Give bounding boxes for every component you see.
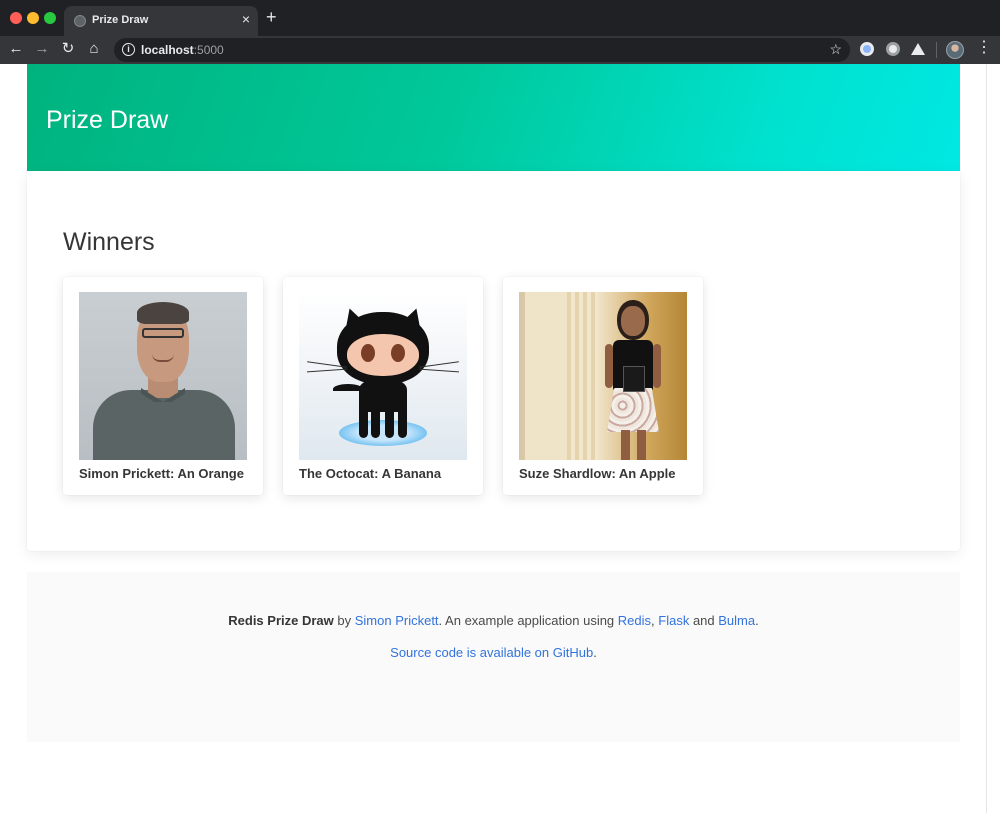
window-zoom-icon[interactable] [44, 12, 56, 24]
footer-text: by [333, 613, 355, 628]
forward-arrow-icon[interactable]: → [32, 39, 52, 59]
redis-link[interactable]: Redis [618, 613, 651, 628]
drive-extension-icon[interactable] [911, 43, 925, 55]
browser-tab[interactable]: Prize Draw × [64, 6, 258, 36]
footer-app-name: Redis Prize Draw [228, 613, 334, 628]
hero-banner: Prize Draw [27, 64, 960, 171]
browser-menu-icon[interactable]: ⋮ [976, 40, 992, 56]
winner-card[interactable]: Simon Prickett: An Orange [63, 277, 263, 495]
winner-caption: Suze Shardlow: An Apple [519, 466, 676, 481]
github-source-link[interactable]: Source code is available on GitHub [390, 645, 593, 660]
page-title: Prize Draw [46, 106, 169, 134]
tab-title: Prize Draw [92, 14, 149, 26]
footer-text: . An example application using [438, 613, 618, 628]
reload-icon[interactable]: ↻ [58, 39, 78, 59]
footer-source: Source code is available on GitHub. [27, 645, 960, 660]
tab-close-icon[interactable]: × [242, 11, 250, 27]
browser-toolbar: ← → ↻ ⌂ i localhost:5000 ☆ [0, 36, 1000, 64]
section-heading: Winners [63, 228, 155, 256]
profile-avatar[interactable] [946, 41, 964, 59]
winner-card[interactable]: Suze Shardlow: An Apple [503, 277, 703, 495]
author-link[interactable]: Simon Prickett [355, 613, 439, 628]
scrollbar-track[interactable] [986, 64, 1000, 813]
url-host: localhost [141, 43, 194, 57]
back-arrow-icon[interactable]: ← [6, 39, 26, 59]
page-footer: Redis Prize Draw by Simon Prickett. An e… [27, 572, 960, 742]
footer-text: and [689, 613, 719, 628]
window-close-icon[interactable] [10, 12, 22, 24]
browser-tab-bar: Prize Draw × + [0, 0, 1000, 36]
winner-caption: The Octocat: A Banana [299, 466, 442, 481]
bulma-link[interactable]: Bulma [718, 613, 755, 628]
site-info-icon[interactable]: i [122, 43, 135, 56]
flask-link[interactable]: Flask [658, 613, 689, 628]
extension-icon[interactable] [860, 42, 874, 56]
window-minimize-icon[interactable] [27, 12, 39, 24]
toolbar-divider [936, 42, 937, 58]
globe-icon [74, 15, 86, 27]
page-viewport: Prize Draw Winners Simon Prickett: An Or… [0, 64, 1000, 813]
extension-icon[interactable] [886, 42, 900, 56]
octocat-image [299, 292, 467, 460]
bookmark-star-icon[interactable]: ☆ [829, 41, 842, 58]
footer-credits: Redis Prize Draw by Simon Prickett. An e… [27, 613, 960, 628]
winners-section: Winners Simon Prickett: An Orange The Oc… [27, 171, 960, 551]
footer-text: . [593, 645, 597, 660]
winner-photo [519, 292, 687, 460]
new-tab-icon[interactable]: + [266, 8, 277, 26]
address-bar[interactable]: i localhost:5000 ☆ [114, 38, 850, 62]
winner-photo [79, 292, 247, 460]
winner-card[interactable]: The Octocat: A Banana [283, 277, 483, 495]
home-icon[interactable]: ⌂ [84, 39, 104, 59]
winner-caption: Simon Prickett: An Orange [79, 466, 244, 481]
url-port: :5000 [193, 43, 224, 57]
url-text: localhost:5000 [141, 43, 224, 57]
footer-text: . [755, 613, 759, 628]
